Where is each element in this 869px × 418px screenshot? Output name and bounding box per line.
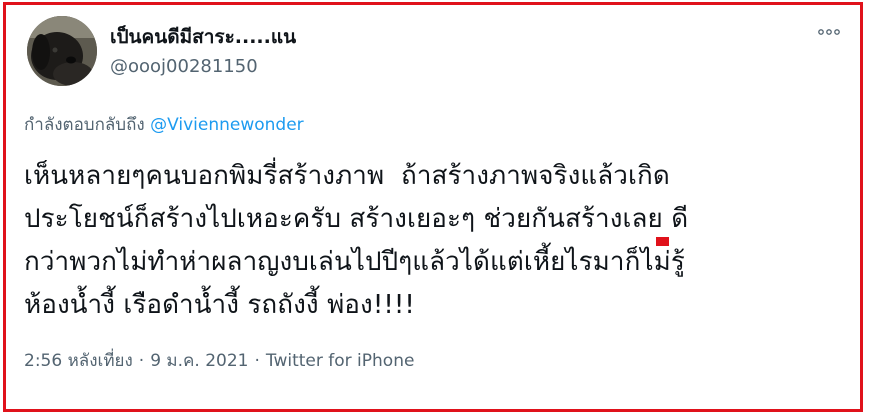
meta-separator: ·: [254, 351, 260, 371]
tweet-date[interactable]: 9 ม.ค. 2021: [150, 351, 248, 371]
annotation-mark: [656, 237, 669, 246]
tweet-time[interactable]: 2:56 หลังเที่ยง: [24, 351, 133, 371]
user-handle[interactable]: @oooj00281150: [110, 55, 258, 79]
display-name[interactable]: เป็นคนดีมีสาระ.....แน: [110, 25, 296, 49]
tweet-source[interactable]: Twitter for iPhone: [266, 351, 415, 371]
reply-context: กำลังตอบกลับถึง @Viviennewonder: [24, 113, 304, 137]
tweet-card[interactable]: เป็นคนดีมีสาระ.....แน @oooj00281150 กำลั…: [6, 5, 860, 409]
tweet-metadata: 2:56 หลังเที่ยง · 9 ม.ค. 2021 · Twitter for …: [24, 349, 414, 373]
meta-separator: ·: [138, 351, 145, 371]
tweet-text: เห็นหลายๆคนบอกพิมรี่สร้างภาพ ถ้าสร้างภาพ…: [24, 161, 689, 320]
reply-prefix: กำลังตอบกลับถึง: [24, 115, 145, 135]
more-options-button[interactable]: [814, 22, 844, 42]
dog-avatar-image: [27, 16, 97, 86]
more-dots-icon: [818, 29, 840, 35]
highlight-frame: เป็นคนดีมีสาระ.....แน @oooj00281150 กำลั…: [3, 2, 863, 412]
reply-mention-link[interactable]: @Viviennewonder: [150, 115, 304, 135]
avatar[interactable]: [27, 16, 97, 86]
